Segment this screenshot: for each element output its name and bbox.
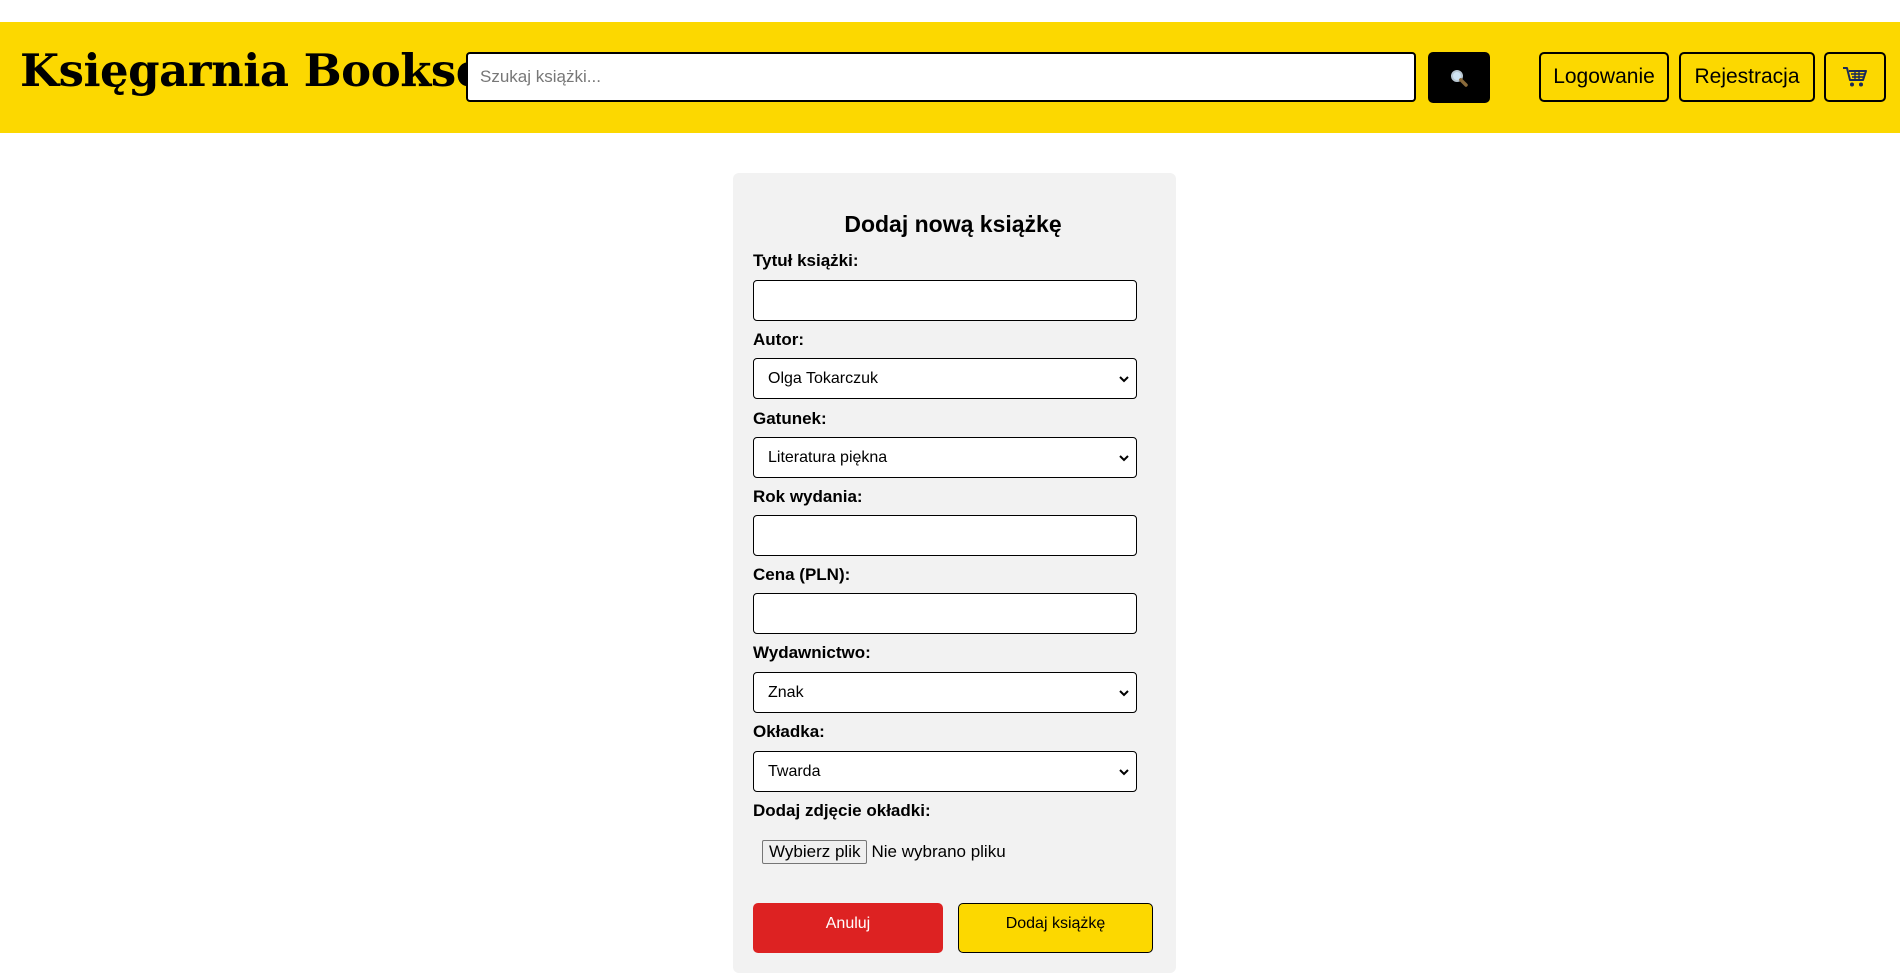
title-input[interactable]	[753, 280, 1137, 321]
add-book-form: Dodaj nową książkę Tytuł książki: Autor:…	[733, 173, 1176, 973]
search-button[interactable]	[1428, 52, 1490, 103]
year-input[interactable]	[753, 515, 1137, 556]
cover-image-file-input: Wybierz plik Nie wybrano pliku	[762, 840, 1006, 864]
login-button[interactable]: Logowanie	[1539, 52, 1669, 102]
publisher-selected-value: Znak	[768, 683, 804, 701]
cart-icon	[1843, 67, 1867, 87]
file-status-text: Nie wybrano pliku	[871, 842, 1006, 861]
form-title: Dodaj nową książkę	[844, 211, 1062, 237]
author-select[interactable]: Olga Tokarczuk	[753, 358, 1137, 399]
author-label: Autor:	[753, 330, 804, 349]
chevron-down-icon	[1119, 454, 1129, 461]
genre-label: Gatunek:	[753, 409, 827, 428]
cart-button[interactable]	[1824, 52, 1886, 102]
magnifier-icon	[1451, 69, 1468, 87]
site-logo[interactable]: Księgarnia Bookser	[20, 48, 508, 93]
price-label: Cena (PLN):	[753, 565, 851, 584]
cover-label: Okładka:	[753, 722, 825, 741]
chevron-down-icon	[1119, 768, 1129, 775]
title-label: Tytuł książki:	[753, 251, 859, 270]
genre-select[interactable]: Literatura piękna	[753, 437, 1137, 478]
site-header: Księgarnia Bookser Logowanie Rejestracja	[0, 22, 1900, 133]
publisher-select[interactable]: Znak	[753, 672, 1137, 713]
register-button[interactable]: Rejestracja	[1679, 52, 1815, 102]
add-book-button[interactable]: Dodaj książkę	[958, 903, 1153, 953]
choose-file-button[interactable]: Wybierz plik	[762, 840, 868, 864]
author-selected-value: Olga Tokarczuk	[768, 369, 878, 387]
year-label: Rok wydania:	[753, 487, 863, 506]
chevron-down-icon	[1119, 375, 1129, 382]
publisher-label: Wydawnictwo:	[753, 643, 871, 662]
search-input[interactable]	[466, 52, 1416, 102]
cover-image-label: Dodaj zdjęcie okładki:	[753, 801, 931, 820]
price-input[interactable]	[753, 593, 1137, 634]
cover-select[interactable]: Twarda	[753, 751, 1137, 792]
genre-selected-value: Literatura piękna	[768, 448, 888, 466]
cancel-button[interactable]: Anuluj	[753, 903, 943, 953]
chevron-down-icon	[1119, 689, 1129, 696]
cover-selected-value: Twarda	[768, 762, 821, 780]
